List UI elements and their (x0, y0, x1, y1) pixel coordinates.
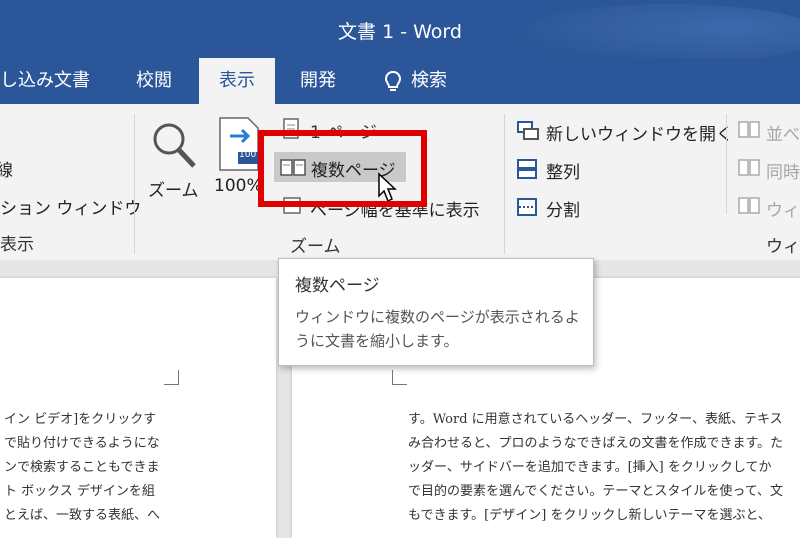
zoom-100-icon[interactable] (218, 116, 262, 172)
margin-corner (392, 370, 407, 385)
arrange-all-button[interactable]: 整列 (546, 158, 580, 183)
tab-search[interactable]: 検索 (384, 58, 447, 104)
group-separator (504, 114, 505, 254)
split-button[interactable]: 分割 (546, 196, 580, 221)
doc-line: で目的の要素を選んでください。テーマとスタイルを使って、文 (408, 484, 784, 499)
split-icon (517, 198, 537, 216)
doc-line: ッダー、サイドバーを追加できます。[挿入] をクリックしてか (408, 460, 772, 475)
side-by-side-icon (738, 121, 760, 138)
search-tab-label: 検索 (411, 70, 447, 91)
new-window-button[interactable]: 新しいウィンドウを開く (546, 120, 733, 145)
side-by-side-button[interactable]: 並べ (766, 120, 800, 145)
zoom-button[interactable]: ズーム (148, 176, 199, 201)
window-group-label: ウィン (766, 237, 800, 257)
doc-line: み合わせると、プロのようなできばえの文書を作成できます。た (408, 436, 784, 451)
doc-line: イン ビデオ]をクリックす (4, 412, 157, 427)
tab-mailings[interactable]: し込み文書 (0, 58, 90, 104)
doc-line: ト ボックス デザインを組 (4, 484, 155, 499)
doc-line: す。Word に用意されているヘッダー、フッター、表紙、テキス (408, 412, 783, 427)
document-page-left[interactable]: イン ビデオ]をクリックす で貼り付けできるようにな ンで検索することもできま … (0, 278, 276, 538)
new-window-icon (517, 121, 539, 140)
lightbulb-icon (384, 70, 402, 91)
zoom-100-icon-label: 100 (239, 150, 257, 160)
reset-window-button[interactable]: ウィン (766, 196, 800, 221)
zoom-100-button[interactable]: 100% (214, 176, 263, 196)
show-group-label: 表示 (0, 235, 34, 255)
reset-window-icon (738, 197, 760, 214)
zoom-magnifier-icon[interactable] (150, 120, 198, 170)
title-bar: 文書 1 - Word (0, 0, 800, 58)
doc-line: で貼り付けできるようにな (4, 436, 160, 451)
ribbon-view: 線 ション ウィンドウ 表示 ズーム 100 100% 1 ページ 複数ページ … (0, 104, 800, 261)
sync-scroll-icon (738, 159, 760, 176)
tab-review[interactable]: 校閲 (136, 58, 172, 104)
tooltip-description: ウィンドウに複数のページが表示されるように文書を縮小します。 (295, 308, 580, 350)
ribbon-tab-bar: し込み文書 校閲 表示 開発 検索 (0, 58, 800, 106)
group-separator (134, 114, 135, 254)
tooltip-title: 複数ページ (295, 276, 380, 296)
doc-line: とえば、一致する表紙、へ (4, 508, 161, 523)
sync-scroll-button[interactable]: 同時 (766, 158, 800, 183)
multiple-pages-tooltip: 複数ページ ウィンドウに複数のページが表示されるように文書を縮小します。 (278, 258, 594, 366)
window-title: 文書 1 - Word (338, 21, 462, 43)
group-separator (726, 114, 727, 214)
doc-line: ンで検索することもできま (4, 460, 160, 475)
arrange-all-icon (517, 159, 537, 179)
navigation-pane-label[interactable]: ション ウィンドウ (0, 194, 141, 219)
tab-developer[interactable]: 開発 (300, 58, 336, 104)
margin-corner (164, 370, 179, 385)
ruler-checkbox-label[interactable]: 線 (0, 156, 13, 181)
doc-line: もできます。[デザイン] をクリックし新しいテーマを選ぶと、 (408, 508, 771, 523)
tab-view[interactable]: 表示 (199, 58, 275, 106)
highlight-box (258, 130, 427, 207)
zoom-group-label: ズーム (290, 237, 341, 257)
